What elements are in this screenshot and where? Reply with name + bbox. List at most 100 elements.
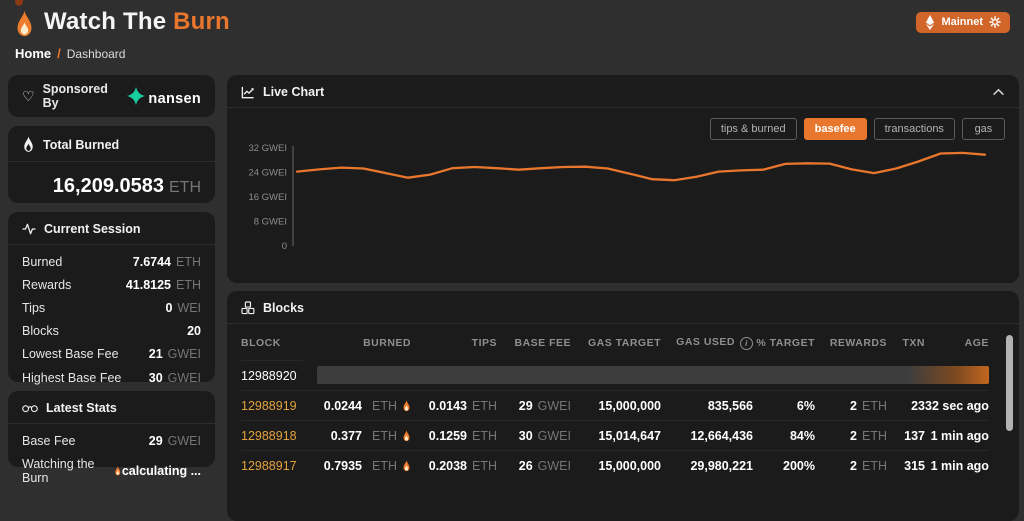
block-link[interactable]: 12988917: [241, 450, 303, 480]
col-block: BLOCK: [241, 325, 303, 359]
sidebar: ♡ Sponsored By nansen Total Burned 16,20…: [8, 75, 215, 521]
chart-tab-transactions[interactable]: transactions: [874, 118, 955, 140]
txn-cell: 23: [887, 390, 925, 420]
page-title: Watch The Burn: [44, 8, 230, 36]
burned-cell: 0.0244ETH: [303, 390, 411, 420]
main-content: Live Chart tips & burned basefee transac…: [227, 75, 1019, 521]
col-gas-used: GAS USEDi: [661, 324, 753, 360]
chart-tab-basefee[interactable]: basefee: [804, 118, 867, 140]
base-fee-cell: 26GWEI: [497, 450, 571, 480]
flame-icon: [402, 460, 411, 472]
gas-target-cell: 15,014,647: [571, 420, 661, 450]
mainnet-label: Mainnet: [941, 16, 983, 28]
total-burned-title: Total Burned: [43, 138, 119, 152]
current-session-title: Current Session: [44, 222, 141, 236]
blocks-title: Blocks: [263, 301, 304, 315]
glasses-icon: [22, 403, 38, 413]
flame-logo-icon: [14, 10, 35, 38]
ethereum-icon: [925, 15, 935, 30]
collapse-chevron-icon[interactable]: [992, 88, 1005, 96]
stat-row-highest-basefee: Highest Base Fee 30GWEI: [22, 366, 201, 389]
stat-row-tips: Tips 0WEI: [22, 296, 201, 319]
sponsored-card: ♡ Sponsored By nansen: [8, 75, 215, 117]
base-fee-cell: 29GWEI: [497, 390, 571, 420]
total-burned-card: Total Burned 16,209.0583ETH: [8, 126, 215, 203]
chart-icon: [241, 86, 255, 99]
mainnet-button[interactable]: Mainnet: [916, 12, 1010, 33]
tips-cell: 0.1259ETH: [411, 420, 497, 450]
block-link[interactable]: 12988918: [241, 420, 303, 450]
heart-icon: ♡: [22, 89, 35, 103]
col-pct-target: % TARGET: [753, 325, 815, 359]
col-age: AGE: [925, 325, 989, 359]
gas-target-cell: 15,000,000: [571, 450, 661, 480]
stat-row-base-fee: Base Fee 29GWEI: [22, 429, 201, 452]
stat-row-lowest-basefee: Lowest Base Fee 21GWEI: [22, 343, 201, 366]
scrollbar-thumb[interactable]: [1006, 335, 1013, 431]
chart-tab-tips-burned[interactable]: tips & burned: [710, 118, 797, 140]
breadcrumb-home[interactable]: Home: [15, 46, 51, 61]
pending-block-number: 12988920: [241, 360, 303, 390]
latest-stats-title: Latest Stats: [46, 401, 117, 415]
chart-tab-gas[interactable]: gas: [962, 118, 1005, 140]
flame-outline-icon: [22, 136, 35, 153]
top-flame-icon: [13, 0, 25, 7]
block-link[interactable]: 12988919: [241, 390, 303, 420]
basefee-series-line: [297, 153, 985, 180]
pending-progress-bar: [317, 366, 989, 384]
pct-target-cell: 200%: [753, 450, 815, 480]
breadcrumb-current: Dashboard: [67, 47, 126, 61]
rewards-cell: 2ETH: [815, 390, 887, 420]
txn-cell: 315: [887, 450, 925, 480]
gas-used-cell: 835,566: [661, 390, 753, 420]
live-chart-title: Live Chart: [263, 85, 324, 99]
current-session-card: Current Session Burned 7.6744ETH Rewards…: [8, 212, 215, 382]
flame-icon: [114, 465, 122, 477]
breadcrumb: Home / Dashboard: [15, 46, 125, 61]
gas-used-cell: 12,664,436: [661, 420, 753, 450]
col-burned: BURNED: [303, 325, 411, 359]
y-axis-tick: 0: [282, 241, 287, 252]
pulse-icon: [22, 223, 36, 235]
y-axis-tick: 32 GWEI: [248, 143, 287, 154]
blocks-icon: [241, 301, 255, 315]
chart-tab-group: tips & burned basefee transactions gas: [241, 118, 1005, 140]
col-rewards: REWARDS: [815, 325, 887, 359]
pct-target-cell: 84%: [753, 420, 815, 450]
flame-icon: [402, 400, 411, 412]
nansen-logo[interactable]: nansen: [125, 85, 201, 107]
y-axis-tick: 24 GWEI: [248, 168, 287, 179]
y-axis-tick: 16 GWEI: [248, 192, 287, 203]
basefee-line-chart: 32 GWEI24 GWEI16 GWEI8 GWEI0: [241, 142, 1001, 257]
age-cell: 1 min ago: [925, 420, 989, 450]
total-burned-unit: ETH: [169, 179, 201, 196]
stat-row-burned: Burned 7.6744ETH: [22, 250, 201, 273]
blocks-card: Blocks BLOCK BURNED TIPS BASE FEE GAS TA…: [227, 291, 1019, 521]
gas-used-cell: 29,980,221: [661, 450, 753, 480]
col-base-fee: BASE FEE: [497, 325, 571, 359]
stat-row-rewards: Rewards 41.8125ETH: [22, 273, 201, 296]
sponsored-title: Sponsored By: [43, 82, 118, 110]
col-tips: TIPS: [411, 325, 497, 359]
col-gas-target: GAS TARGET: [571, 325, 661, 359]
pct-target-cell: 6%: [753, 390, 815, 420]
gear-icon: [989, 16, 1001, 28]
rewards-cell: 2ETH: [815, 450, 887, 480]
info-icon[interactable]: i: [740, 337, 753, 350]
tips-cell: 0.0143ETH: [411, 390, 497, 420]
flame-icon: [402, 430, 411, 442]
rewards-cell: 2ETH: [815, 420, 887, 450]
col-txn: TXN: [887, 325, 925, 359]
breadcrumb-separator: /: [57, 46, 61, 61]
stat-row-blocks: Blocks 20: [22, 320, 201, 343]
app-header: Watch The Burn Mainnet: [0, 0, 1024, 44]
blocks-table: BLOCK BURNED TIPS BASE FEE GAS TARGET GA…: [241, 324, 1005, 480]
age-cell: 1 min ago: [925, 450, 989, 480]
nansen-star-icon: [125, 85, 147, 107]
total-burned-value: 16,209.0583ETH: [22, 175, 201, 198]
burned-cell: 0.7935ETH: [303, 450, 411, 480]
base-fee-cell: 30GWEI: [497, 420, 571, 450]
nansen-wordmark: nansen: [148, 91, 201, 107]
gas-target-cell: 15,000,000: [571, 390, 661, 420]
tips-cell: 0.2038ETH: [411, 450, 497, 480]
